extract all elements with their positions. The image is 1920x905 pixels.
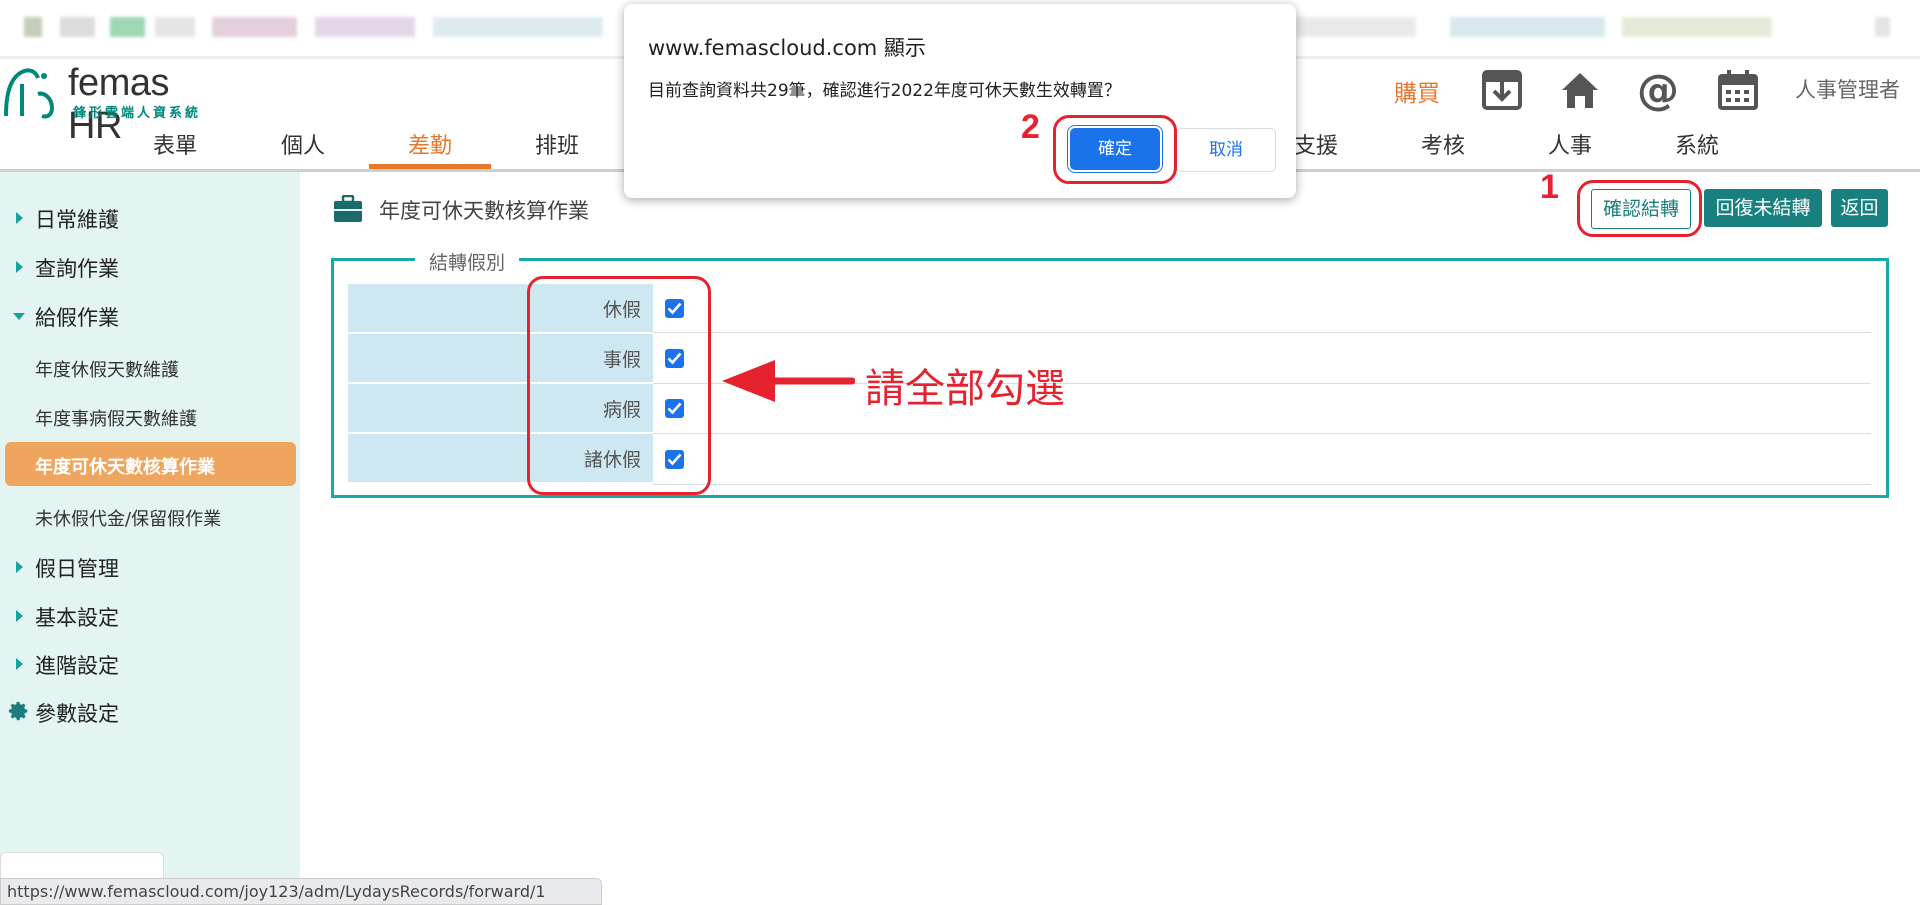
caret-right-icon bbox=[16, 261, 23, 273]
nav-forms[interactable]: 表單 bbox=[115, 128, 235, 160]
caret-right-icon bbox=[16, 610, 23, 622]
restore-untransferred-button[interactable]: 回復未結轉 bbox=[1704, 189, 1822, 227]
femas-logo[interactable]: femas HR 鋒形雲端人資系統 bbox=[0, 62, 230, 147]
nav-scheduling[interactable]: 排班 bbox=[497, 128, 617, 160]
caret-right-icon bbox=[16, 212, 23, 224]
briefcase-icon bbox=[334, 195, 362, 222]
sidebar-sub-unused-leave[interactable]: 未休假代金/保留假作業 bbox=[35, 505, 221, 531]
confirm-dialog: www.femascloud.com 顯示 目前查詢資料共29筆，確認進行202… bbox=[624, 4, 1296, 198]
user-role-label[interactable]: 人事管理者 bbox=[1795, 74, 1900, 104]
nav-personal[interactable]: 個人 bbox=[243, 128, 363, 160]
caret-down-icon bbox=[13, 313, 25, 320]
annotation-checkbox-highlight bbox=[527, 276, 711, 495]
annotation-step-1: 1 bbox=[1540, 168, 1559, 206]
fieldset-legend: 結轉假別 bbox=[415, 248, 520, 275]
annotation-note: 請全部勾選 bbox=[865, 366, 1065, 412]
sidebar-sub-leave-calculation[interactable]: 年度可休天數核算作業 bbox=[5, 442, 296, 486]
download-icon[interactable] bbox=[1480, 68, 1524, 112]
calendar-icon[interactable] bbox=[1716, 68, 1760, 112]
logo-tagline: 鋒形雲端人資系統 bbox=[73, 106, 202, 121]
annotation-arrow-icon bbox=[722, 360, 855, 402]
dialog-message: 目前查詢資料共29筆，確認進行2022年度可休天數生效轉置？ bbox=[648, 81, 1121, 101]
browser-status-url: https://www.femascloud.com/joy123/adm/Ly… bbox=[0, 878, 602, 905]
dialog-cancel-button[interactable]: 取消 bbox=[1176, 128, 1276, 172]
svg-text:@: @ bbox=[1637, 68, 1679, 112]
gear-icon bbox=[8, 701, 28, 721]
row-divider bbox=[653, 332, 1871, 333]
nav-hr[interactable]: 人事 bbox=[1510, 128, 1630, 160]
at-icon[interactable]: @ bbox=[1636, 68, 1680, 112]
annotation-ok-highlight bbox=[1053, 115, 1177, 184]
caret-right-icon bbox=[16, 658, 23, 670]
annotation-confirm-highlight bbox=[1577, 180, 1702, 237]
logo-mark-icon bbox=[4, 68, 55, 119]
caret-right-icon bbox=[16, 561, 23, 573]
sidebar-sub-personal-sick-leave[interactable]: 年度事病假天數維護 bbox=[35, 405, 197, 431]
sidebar-sub-annual-leave[interactable]: 年度休假天數維護 bbox=[35, 356, 179, 382]
nav-system[interactable]: 系統 bbox=[1637, 128, 1757, 160]
home-icon[interactable] bbox=[1558, 68, 1602, 112]
nav-attendance[interactable]: 差勤 bbox=[370, 128, 490, 160]
nav-review[interactable]: 考核 bbox=[1383, 128, 1503, 160]
row-divider bbox=[653, 484, 1871, 485]
row-divider bbox=[653, 433, 1871, 434]
back-button[interactable]: 返回 bbox=[1831, 189, 1888, 227]
buy-link[interactable]: 購買 bbox=[1394, 74, 1440, 108]
dialog-title: www.femascloud.com 顯示 bbox=[648, 36, 926, 60]
annotation-step-2: 2 bbox=[1021, 108, 1040, 146]
page-title: 年度可休天數核算作業 bbox=[379, 199, 589, 223]
